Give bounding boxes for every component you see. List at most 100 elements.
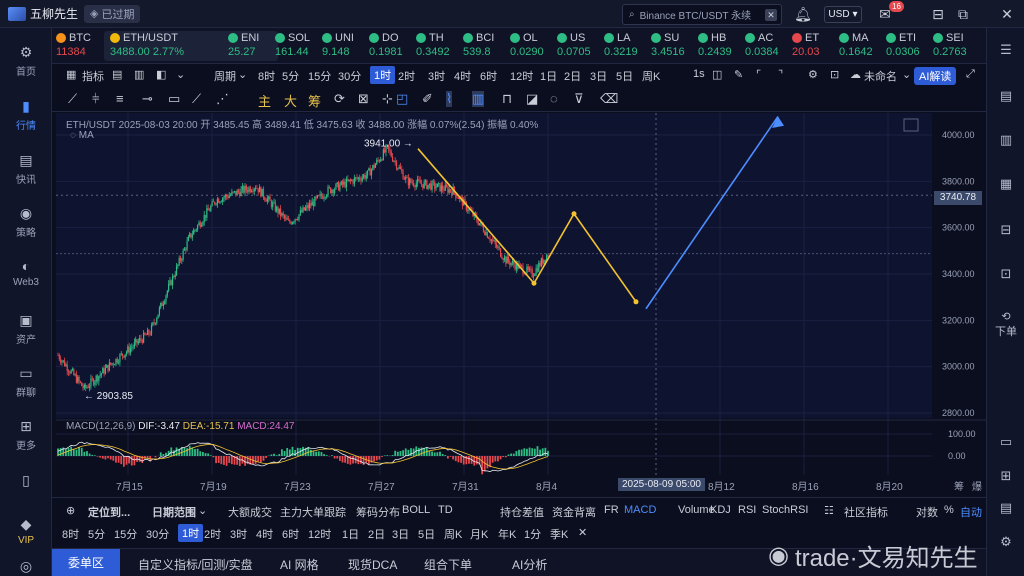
measure-icon[interactable]: ⊠ — [358, 91, 369, 107]
draw-mode-icon[interactable]: ⌇ — [446, 91, 453, 107]
timeframe-5日[interactable]: 5日 — [616, 68, 633, 84]
timeframe-8时[interactable]: 8时 — [258, 68, 275, 84]
fib-tool-icon[interactable]: ⋰ — [216, 91, 229, 107]
timeframe-6时[interactable]: 6时 — [480, 68, 497, 84]
list-icon[interactable]: ▥ — [134, 68, 144, 81]
ticker-item[interactable]: ET 20.03 — [792, 31, 820, 61]
tab-custom-indicators[interactable]: 自定义指标/回测/实盘 — [138, 556, 253, 573]
message-icon[interactable]: ▭ — [987, 434, 1024, 450]
nav-phone[interactable]: ▯ — [0, 472, 52, 491]
nav-home[interactable]: ⚙ 首页 — [0, 44, 52, 78]
order-button[interactable]: ⟲ 下单 — [987, 310, 1024, 339]
timeframe-4时[interactable]: 4时 — [454, 68, 471, 84]
timeframe2-12时[interactable]: 12时 — [308, 526, 331, 542]
indicator-KDJ[interactable]: KDJ — [710, 504, 731, 516]
timeframe2-15分[interactable]: 15分 — [114, 526, 137, 542]
search-input[interactable]: ⌕ Binance BTC/USDT 永续 ✕ — [622, 4, 782, 25]
eraser-icon[interactable]: ◪ — [526, 91, 538, 107]
timeframe-2日[interactable]: 2日 — [564, 68, 581, 84]
bell-icon[interactable]: 🔔︎ — [794, 5, 812, 23]
indicator-持仓差值[interactable]: 持仓差值 — [500, 504, 544, 520]
timeframe-30分[interactable]: 30分 — [338, 68, 361, 84]
ticker-item[interactable]: ENI 25.27 — [228, 31, 259, 61]
expand-icon[interactable]: ⤢ — [966, 68, 975, 81]
close-icon[interactable]: ✕ — [578, 526, 587, 539]
indicator-主力大单跟踪[interactable]: 主力大单跟踪 — [280, 504, 346, 520]
nav-vip[interactable]: ◆ VIP — [0, 516, 52, 546]
community-indicator-button[interactable]: 社区指标 — [844, 504, 888, 520]
stack-icon[interactable]: ⊞ — [987, 468, 1024, 484]
close-icon[interactable]: ✕ — [765, 8, 777, 21]
status-badge[interactable]: ◈ 已过期 — [84, 4, 141, 23]
window-icon[interactable]: ⊡ — [987, 266, 1024, 282]
ray-tool-icon[interactable]: ⊸ — [142, 91, 153, 107]
indicator-MACD[interactable]: MACD — [624, 504, 656, 516]
visibility-icon[interactable]: ◌ — [550, 91, 558, 106]
nav-camera[interactable]: ◎ — [0, 558, 52, 576]
ticker-item[interactable]: SEI 0.2763 — [933, 31, 967, 61]
indicator-RSI[interactable]: RSI — [738, 504, 756, 516]
ticker-item[interactable]: LA 0.3219 — [604, 31, 638, 61]
timeframe2-8时[interactable]: 8时 — [62, 526, 79, 542]
layout-icon[interactable]: ▤ — [112, 68, 122, 81]
timeframe2-1分[interactable]: 1分 — [524, 526, 541, 542]
nav-news[interactable]: ▤ 快讯 — [0, 152, 52, 186]
indicators-button[interactable]: 指标 — [82, 68, 104, 84]
ticker-item[interactable]: ETI 0.0306 — [886, 31, 920, 61]
cloud-icon[interactable]: ☁ — [850, 68, 861, 81]
nav-assets[interactable]: ▣ 资产 — [0, 312, 52, 346]
main-force-button[interactable]: 主 — [258, 91, 271, 110]
tab-orders[interactable]: 委单区 — [52, 549, 121, 576]
chip-button[interactable]: 筹 — [308, 91, 321, 110]
timeframe2-季K[interactable]: 季K — [550, 526, 568, 542]
timeframe2-5日[interactable]: 5日 — [418, 526, 435, 542]
period-select[interactable]: 周期 — [214, 68, 236, 84]
layout-icon[interactable]: ⊟ — [987, 222, 1024, 238]
ticker-item[interactable]: BTC 11384 — [56, 31, 91, 61]
cursor-icon[interactable]: ⊹ — [382, 91, 393, 107]
timeframe-3日[interactable]: 3日 — [590, 68, 607, 84]
indicator-筹码分布[interactable]: 筹码分布 — [356, 504, 400, 520]
lock-icon[interactable]: ⊓ — [502, 91, 512, 107]
ticker-item[interactable]: US 0.0705 — [557, 31, 591, 61]
trash-icon[interactable]: ⌫ — [600, 91, 618, 107]
minimize-icon[interactable]: ⊟ — [929, 5, 947, 23]
timeframe-15分[interactable]: 15分 — [308, 68, 331, 84]
line-tool-icon[interactable]: ⟋ — [68, 91, 77, 107]
locate-button[interactable]: 定位到... — [88, 504, 130, 520]
timeframe2-4时[interactable]: 4时 — [256, 526, 273, 542]
replay-icon[interactable]: ⟳ — [334, 91, 345, 107]
timeframe2-3时[interactable]: 3时 — [230, 526, 247, 542]
timeframe2-1日[interactable]: 1日 — [342, 526, 359, 542]
timeframe2-2日[interactable]: 2日 — [368, 526, 385, 542]
camera-icon[interactable]: ◫ — [712, 68, 722, 81]
timeframe2-2时[interactable]: 2时 — [204, 526, 221, 542]
template-save-icon[interactable]: ⊡ — [830, 68, 839, 81]
ticker-item[interactable]: AC 0.0384 — [745, 31, 779, 61]
timeframe-2时[interactable]: 2时 — [398, 68, 415, 84]
book-icon[interactable]: ▤ — [987, 500, 1024, 516]
chevron-down-icon[interactable]: ⌄ — [176, 68, 185, 81]
orderbook-icon[interactable]: ▥ — [987, 132, 1024, 148]
ticker-item[interactable]: MA 0.1642 — [839, 31, 873, 61]
restore-icon[interactable]: ⧉ — [954, 5, 972, 23]
window-close-icon[interactable]: ✕ — [998, 5, 1016, 23]
list-icon[interactable]: ☰ — [987, 42, 1024, 58]
timeframe2-周K[interactable]: 周K — [444, 526, 462, 542]
timeframe-1时[interactable]: 1时 — [370, 66, 396, 84]
rect-tool-icon[interactable]: ▭ — [168, 91, 180, 107]
channel-tool-icon[interactable]: ≡ — [116, 91, 124, 106]
timeframe2-月K[interactable]: 月K — [470, 526, 488, 542]
template-icon[interactable]: ◧ — [156, 68, 166, 81]
timeframe2-1时[interactable]: 1时 — [178, 524, 204, 542]
ticker-item[interactable]: OL 0.0290 — [510, 31, 544, 61]
ai-interpret-button[interactable]: AI解读 — [914, 67, 957, 85]
ticker-item[interactable]: DO 0.1981 — [369, 31, 403, 61]
timeframe-1日[interactable]: 1日 — [540, 68, 557, 84]
layout-name[interactable]: 未命名 — [864, 68, 897, 84]
ticker-item[interactable]: TH 0.3492 — [416, 31, 450, 61]
nav-more[interactable]: ⊞ 更多 — [0, 418, 52, 452]
filter-icon[interactable]: ⊽ — [574, 91, 584, 107]
indicator-BOLL[interactable]: BOLL — [402, 504, 430, 516]
tab-combo-order[interactable]: 组合下单 — [424, 556, 472, 573]
